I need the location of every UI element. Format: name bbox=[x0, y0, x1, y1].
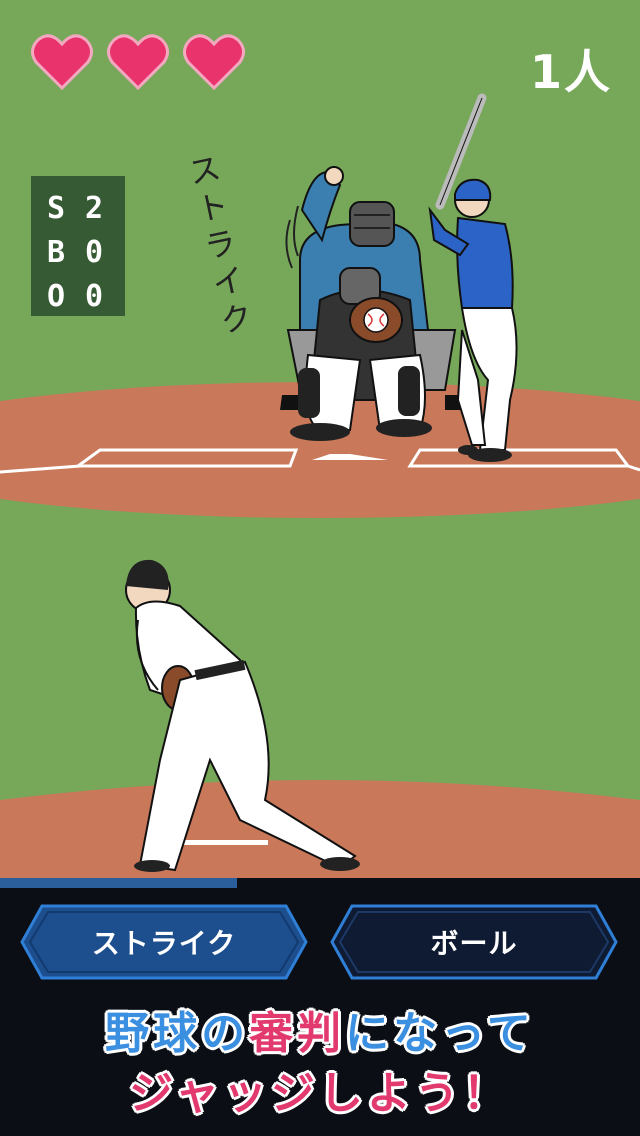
promo-line-1a: 野球の bbox=[105, 1008, 250, 1059]
game-screen: 1人 S 2 B 0 O 0 ストライク ストライク ボール 野球の審判になって… bbox=[0, 0, 640, 1136]
ball-button[interactable]: ボール bbox=[330, 904, 618, 980]
pitch-timer-bar bbox=[0, 878, 640, 888]
promo-banner: 野球の審判になって ジャッジしよう！ bbox=[0, 1004, 640, 1124]
strike-button[interactable]: ストライク bbox=[20, 904, 308, 980]
ball-label: B bbox=[47, 234, 66, 270]
promo-line-1b: 審判 bbox=[249, 1008, 346, 1059]
player-count: 1人 bbox=[529, 45, 612, 99]
promo-line-2: ジャッジしよう！ bbox=[129, 1068, 511, 1119]
heart-icon bbox=[31, 34, 93, 91]
ball-button-label: ボール bbox=[430, 927, 518, 960]
strike-value: 2 bbox=[85, 190, 104, 226]
pitch-timer-fill bbox=[0, 878, 237, 888]
ball-value: 0 bbox=[85, 234, 104, 270]
out-value: 0 bbox=[85, 278, 104, 314]
strike-label: S bbox=[47, 190, 66, 226]
baseball bbox=[363, 307, 389, 333]
out-count-row: O 0 bbox=[31, 276, 125, 316]
ball-count-row: B 0 bbox=[31, 232, 125, 272]
promo-line-1c: になって bbox=[345, 1008, 535, 1059]
baseball-field-scene bbox=[0, 0, 640, 880]
heart-icon bbox=[107, 34, 169, 91]
heart-icon bbox=[183, 34, 245, 91]
strike-button-label: ストライク bbox=[91, 927, 237, 960]
control-panel: ストライク ボール 野球の審判になって ジャッジしよう！ bbox=[0, 888, 640, 1136]
promo-line-1: 野球の審判になって bbox=[0, 1004, 640, 1064]
out-label: O bbox=[47, 278, 66, 314]
strike-count-row: S 2 bbox=[31, 188, 125, 228]
sbo-scoreboard: S 2 B 0 O 0 bbox=[31, 176, 125, 316]
lives-indicator bbox=[30, 32, 246, 92]
pitcher-mound bbox=[0, 780, 640, 880]
